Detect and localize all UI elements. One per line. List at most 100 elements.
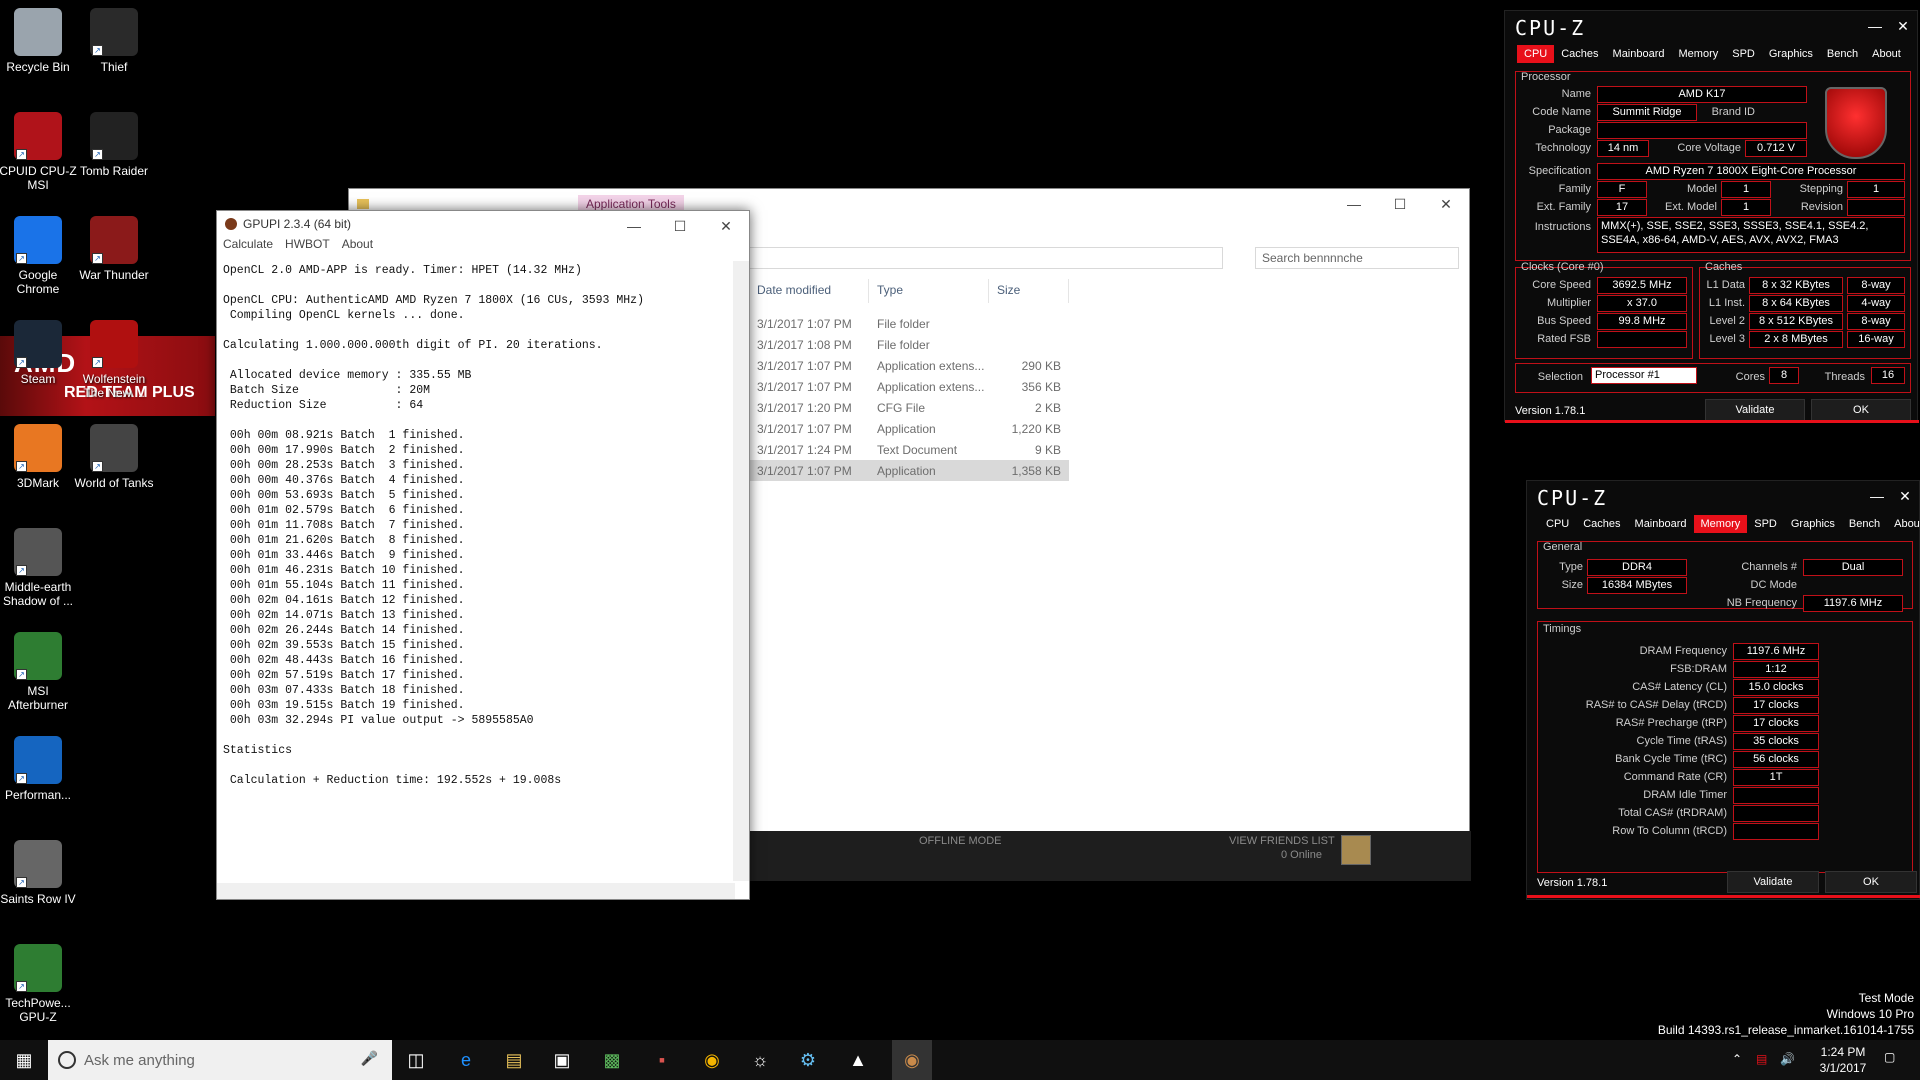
name-label: Name <box>1561 88 1591 100</box>
table-row[interactable]: 3/1/2017 1:07 PM File folder <box>749 313 1069 334</box>
avatar[interactable] <box>1341 835 1371 865</box>
steam-offline-mode[interactable]: OFFLINE MODE <box>919 835 1002 847</box>
ok-button[interactable]: OK <box>1811 399 1911 421</box>
table-row[interactable]: 3/1/2017 1:07 PM Application 1,358 KB <box>749 460 1069 481</box>
channels-value: Dual <box>1803 559 1903 576</box>
tab-graphics[interactable]: Graphics <box>1762 45 1820 63</box>
notification-icon[interactable]: ▢ <box>1884 1050 1895 1064</box>
processor-select[interactable]: Processor #1 <box>1591 367 1697 384</box>
tab-memory[interactable]: Memory <box>1693 515 1748 533</box>
column-type[interactable]: Type <box>869 279 989 303</box>
file-explorer-icon[interactable]: ▤ <box>500 1046 528 1074</box>
cell-date: 3/1/2017 1:07 PM <box>757 379 852 394</box>
tab-spd[interactable]: SPD <box>1725 45 1762 63</box>
minimize-icon[interactable]: — <box>1331 189 1377 219</box>
volume-icon[interactable]: 🔊 <box>1780 1052 1795 1066</box>
minimize-icon[interactable]: — <box>1861 11 1889 41</box>
minimize-icon[interactable]: — <box>611 211 657 241</box>
codename-value: Summit Ridge <box>1597 104 1697 121</box>
ok-button[interactable]: OK <box>1825 871 1917 893</box>
tab-about[interactable]: About <box>1887 515 1920 533</box>
desktop-icon[interactable]: ↗ TechPowe... GPU-Z <box>0 944 78 1024</box>
cpuz-taskbar-icon[interactable]: ▪ <box>648 1046 676 1074</box>
table-row[interactable]: 3/1/2017 1:08 PM File folder <box>749 334 1069 355</box>
tab-bench[interactable]: Bench <box>1842 515 1887 533</box>
validate-button[interactable]: Validate <box>1727 871 1819 893</box>
minimize-icon[interactable]: — <box>1863 481 1891 511</box>
shortcut-arrow-icon: ↗ <box>92 461 103 472</box>
desktop-icon[interactable]: ↗ Performan... <box>0 736 78 802</box>
tab-bench[interactable]: Bench <box>1820 45 1865 63</box>
cpuz-cpu-window[interactable]: CPU-Z — ✕ CPU Caches Mainboard Memory SPD Gra… <box>1504 10 1919 423</box>
menu-hwbot[interactable]: HWBOT <box>285 237 330 257</box>
desktop-icon[interactable]: Recycle Bin <box>0 8 78 74</box>
search-input[interactable]: Search bennnnche <box>1255 247 1459 269</box>
gpupi-window[interactable]: GPUPI 2.3.4 (64 bit) — ☐ ✕ Calculate HWB… <box>216 210 750 900</box>
menu-about[interactable]: About <box>342 237 373 257</box>
table-row[interactable]: 3/1/2017 1:24 PM Text Document 9 KB <box>749 439 1069 460</box>
maximize-icon[interactable]: ☐ <box>657 211 703 241</box>
table-row[interactable]: 3/1/2017 1:20 PM CFG File 2 KB <box>749 397 1069 418</box>
tab-mainboard[interactable]: Mainboard <box>1606 45 1672 63</box>
console-line: 00h 02m 26.244s Batch 14 finished. <box>223 624 465 637</box>
close-icon[interactable]: ✕ <box>703 211 749 241</box>
tab-mainboard[interactable]: Mainboard <box>1628 515 1694 533</box>
timing-label: RAS# to CAS# Delay (tRCD) <box>1585 699 1727 711</box>
column-date-modified[interactable]: Date modified <box>749 279 869 303</box>
tab-about[interactable]: About <box>1865 45 1908 63</box>
clock[interactable]: 1:24 PM 3/1/2017 <box>1808 1044 1878 1076</box>
tab-cpu[interactable]: CPU <box>1539 515 1576 533</box>
start-button-windows-icon[interactable]: ▦ <box>10 1046 38 1074</box>
shortcut-arrow-icon: ↗ <box>16 669 27 680</box>
close-icon[interactable]: ✕ <box>1889 11 1917 41</box>
tab-memory[interactable]: Memory <box>1672 45 1726 63</box>
table-row[interactable]: 3/1/2017 1:07 PM Application 1,220 KB <box>749 418 1069 439</box>
steam-taskbar-icon[interactable]: ⚙ <box>794 1046 822 1074</box>
network-icon[interactable]: ▤ <box>1756 1052 1767 1066</box>
desktop-icon[interactable]: ↗ Tomb Raider <box>74 112 154 178</box>
cortana-search-input[interactable]: Ask me anything 🎤 <box>48 1040 392 1080</box>
desktop-icon[interactable]: ↗ Steam <box>0 320 78 386</box>
tray-chevron-icon[interactable]: ⌃ <box>1732 1052 1742 1066</box>
desktop-icon[interactable]: ↗ War Thunder <box>74 216 154 282</box>
world-of-tanks-taskbar-icon[interactable]: ▲ <box>844 1046 872 1074</box>
desktop-icon[interactable]: ↗ Middle-earth Shadow of ... <box>0 528 78 608</box>
timing-label: RAS# Precharge (tRP) <box>1615 717 1727 729</box>
maximize-icon[interactable]: ☐ <box>1377 189 1423 219</box>
close-icon[interactable]: ✕ <box>1423 189 1469 219</box>
desktop-icon[interactable]: ↗ MSI Afterburner <box>0 632 78 712</box>
tab-graphics[interactable]: Graphics <box>1784 515 1842 533</box>
bus-speed-value: 99.8 MHz <box>1597 313 1687 330</box>
address-bar[interactable] <box>749 247 1223 269</box>
gpuz-taskbar-icon[interactable]: ▩ <box>598 1046 626 1074</box>
edge-icon[interactable]: e <box>452 1046 480 1074</box>
tab-caches[interactable]: Caches <box>1576 515 1627 533</box>
desktop-icon[interactable]: ↗ Saints Row IV <box>0 840 78 906</box>
task-view-icon[interactable]: ◫ <box>402 1046 430 1074</box>
desktop-icon[interactable]: ↗ CPUID CPU-Z MSI <box>0 112 78 192</box>
cpuz-memory-window[interactable]: CPU-Z — ✕ CPU Caches Mainboard Memory SPD Gra… <box>1526 480 1920 900</box>
chrome-taskbar-icon[interactable]: ◉ <box>698 1046 726 1074</box>
menu-calculate[interactable]: Calculate <box>223 237 273 257</box>
validate-button[interactable]: Validate <box>1705 399 1805 421</box>
desktop-icon[interactable]: ↗ Thief <box>74 8 154 74</box>
tab-cpu[interactable]: CPU <box>1517 45 1555 63</box>
desktop-icon[interactable]: ↗ World of Tanks <box>74 424 154 490</box>
vertical-scrollbar[interactable] <box>733 261 749 881</box>
desktop-icon[interactable]: ↗ Google Chrome <box>0 216 78 296</box>
steam-friends-link[interactable]: VIEW FRIENDS LIST <box>1229 835 1335 847</box>
close-icon[interactable]: ✕ <box>1891 481 1919 511</box>
table-row[interactable]: 3/1/2017 1:07 PM Application extens... 290… <box>749 355 1069 376</box>
afterburner-taskbar-icon[interactable]: ☼ <box>746 1046 774 1074</box>
gpupi-taskbar-icon[interactable]: ◉ <box>892 1040 932 1080</box>
shortcut-arrow-icon: ↗ <box>92 149 103 160</box>
tab-spd[interactable]: SPD <box>1747 515 1784 533</box>
table-row[interactable]: 3/1/2017 1:07 PM Application extens... 356… <box>749 376 1069 397</box>
store-icon[interactable]: ▣ <box>548 1046 576 1074</box>
desktop-icon[interactable]: ↗ Wolfenstein The New ... <box>74 320 154 400</box>
desktop-icon[interactable]: ↗ 3DMark <box>0 424 78 490</box>
microphone-icon[interactable]: 🎤 <box>361 1050 378 1067</box>
horizontal-scrollbar[interactable] <box>217 883 735 899</box>
column-size[interactable]: Size <box>989 279 1069 303</box>
tab-caches[interactable]: Caches <box>1554 45 1605 63</box>
